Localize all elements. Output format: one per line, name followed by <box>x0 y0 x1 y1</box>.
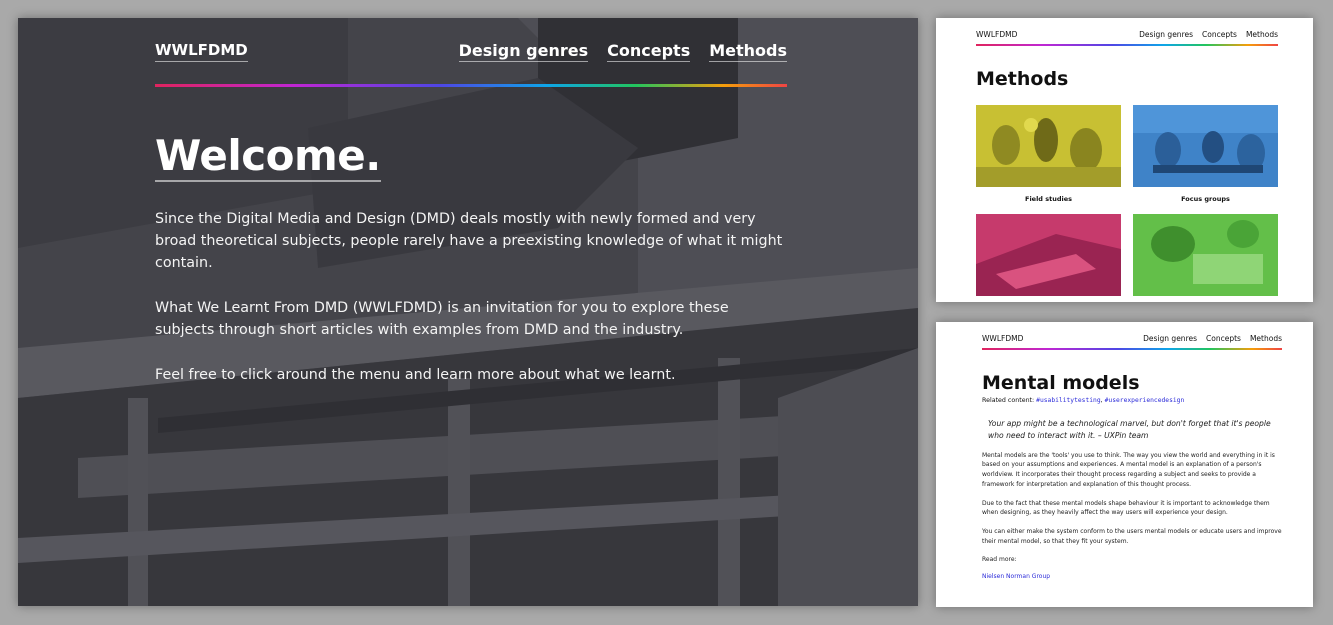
nav-design-genres[interactable]: Design genres <box>458 41 589 62</box>
methods-page-screenshot: WWLFDMD Design genres Concepts Methods M… <box>936 18 1313 302</box>
mm-quote: Your app might be a technological marvel… <box>988 418 1271 440</box>
methods-top-navigation: WWLFDMD Design genres Concepts Methods <box>976 18 1278 44</box>
tag-user-experience-design[interactable]: #userexperiencedesign <box>1105 397 1185 404</box>
methods-nav-design-genres[interactable]: Design genres <box>1139 30 1193 39</box>
mm-nav-concepts[interactable]: Concepts <box>1206 334 1241 343</box>
mm-brand-link[interactable]: WWLFDMD <box>982 334 1023 343</box>
mm-top-navigation: WWLFDMD Design genres Concepts Methods <box>982 322 1282 348</box>
nav-links: Design genres Concepts Methods <box>458 41 787 62</box>
field-studies-caption: Field studies <box>1025 194 1072 203</box>
mm-nav-methods[interactable]: Methods <box>1250 334 1282 343</box>
methods-content: WWLFDMD Design genres Concepts Methods M… <box>976 18 1278 296</box>
mm-rainbow-divider <box>982 348 1282 350</box>
method-3-photo <box>976 213 1121 296</box>
mental-models-page-screenshot: WWLFDMD Design genres Concepts Methods M… <box>936 322 1313 607</box>
tag-usability-testing[interactable]: #usabilitytesting <box>1036 397 1100 404</box>
methods-tile-grid: Field studies Focus groups <box>976 104 1278 296</box>
methods-nav-links: Design genres Concepts Methods <box>1139 30 1278 39</box>
method-4-photo <box>1133 213 1278 296</box>
top-navigation: WWLFDMD Design genres Concepts Methods <box>155 18 787 84</box>
methods-rainbow-divider <box>976 44 1278 46</box>
intro-paragraph-3: Feel free to click around the menu and l… <box>155 367 676 383</box>
mm-nav-design-genres[interactable]: Design genres <box>1143 334 1197 343</box>
page-title: Welcome. <box>155 131 381 182</box>
methods-nav-concepts[interactable]: Concepts <box>1202 30 1237 39</box>
tile-method-3[interactable] <box>976 213 1121 296</box>
mm-page-title: Mental models <box>982 371 1140 394</box>
mm-nav-links: Design genres Concepts Methods <box>1143 334 1282 343</box>
brand-logo-link[interactable]: WWLFDMD <box>155 41 248 62</box>
intro-paragraph-2: What We Learnt From DMD (WWLFDMD) is an … <box>155 300 729 338</box>
welcome-page-screenshot: WWLFDMD Design genres Concepts Methods W… <box>18 18 918 606</box>
focus-groups-caption: Focus groups <box>1181 194 1230 203</box>
focus-groups-photo <box>1133 104 1278 187</box>
nav-methods[interactable]: Methods <box>709 41 787 62</box>
mm-paragraph-2: Due to the fact that these mental models… <box>982 499 1270 517</box>
tile-focus-groups[interactable]: Focus groups <box>1133 104 1278 209</box>
related-content: Related content: #usabilitytesting, #use… <box>982 397 1282 404</box>
rainbow-divider <box>155 84 787 87</box>
methods-brand-link[interactable]: WWLFDMD <box>976 30 1017 39</box>
mm-paragraph-1: Mental models are the 'tools' you use to… <box>982 451 1275 488</box>
intro-paragraph-1: Since the Digital Media and Design (DMD)… <box>155 211 783 271</box>
methods-page-title: Methods <box>976 67 1069 90</box>
welcome-content: WWLFDMD Design genres Concepts Methods W… <box>155 18 787 386</box>
field-studies-photo <box>976 104 1121 187</box>
read-more-link[interactable]: Nielsen Norman Group <box>982 573 1050 580</box>
tile-field-studies[interactable]: Field studies <box>976 104 1121 209</box>
methods-nav-methods[interactable]: Methods <box>1246 30 1278 39</box>
read-more-label: Read more: <box>982 555 1017 563</box>
tile-method-4[interactable] <box>1133 213 1278 296</box>
nav-concepts[interactable]: Concepts <box>607 41 691 62</box>
related-content-label: Related content: <box>982 396 1037 404</box>
mm-paragraph-3: You can either make the system conform t… <box>982 528 1282 546</box>
mental-models-content: WWLFDMD Design genres Concepts Methods M… <box>982 322 1282 582</box>
